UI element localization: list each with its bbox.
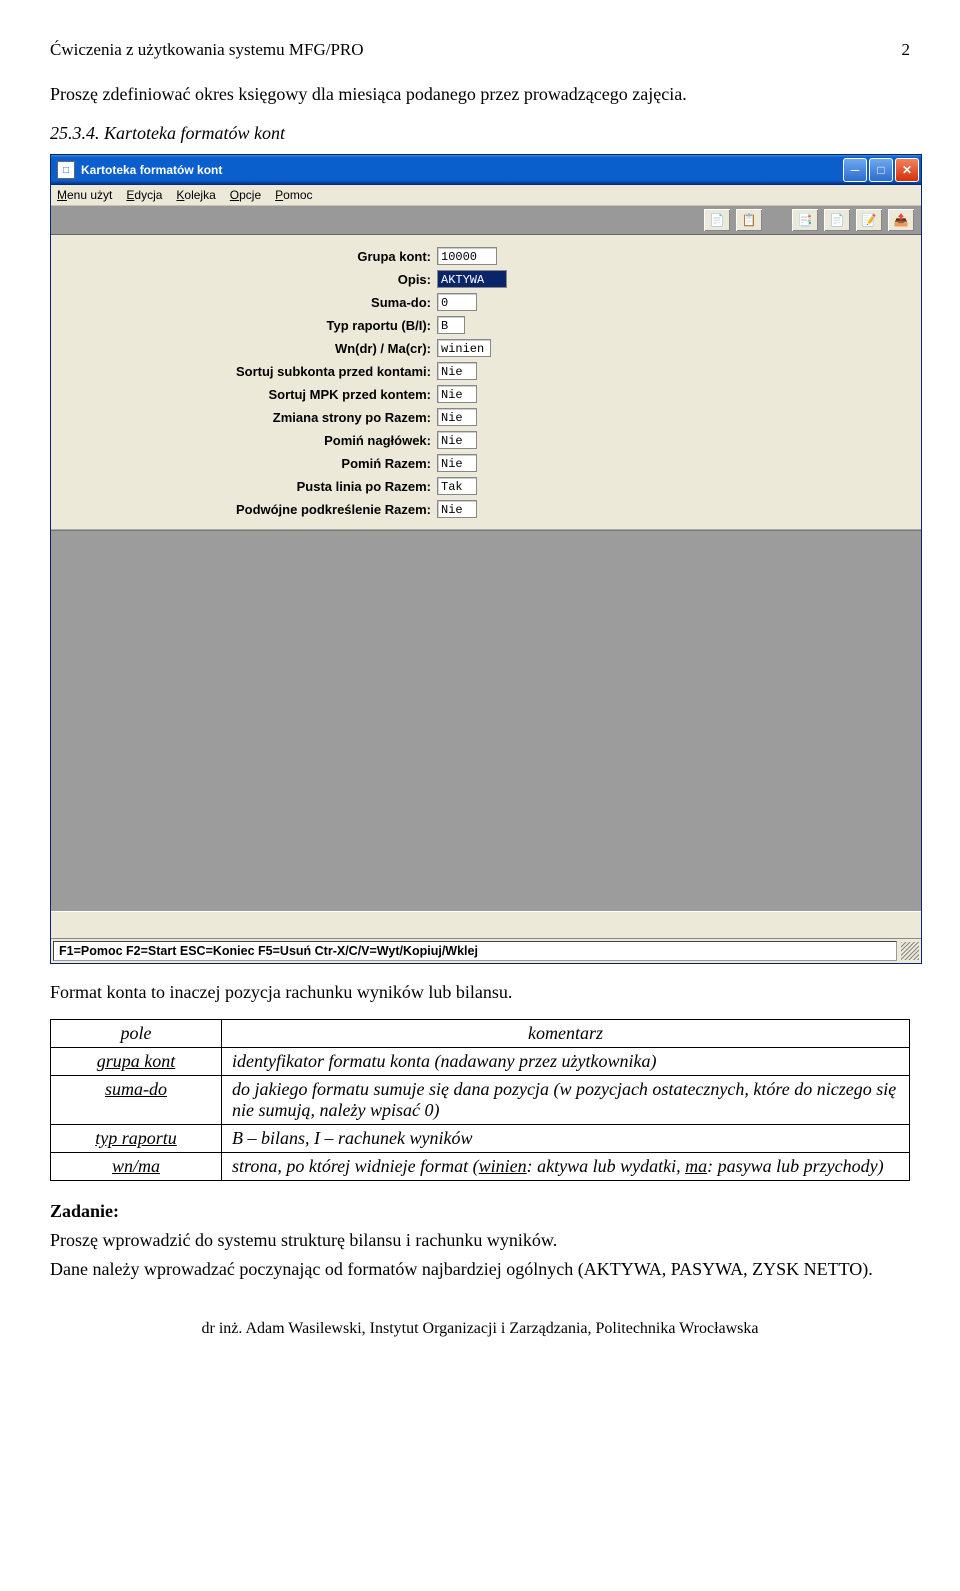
- field-input[interactable]: 0: [437, 293, 477, 311]
- table-row: wn/mastrona, po której widnieje format (…: [51, 1153, 910, 1181]
- table-key-cell: suma-do: [51, 1076, 222, 1125]
- field-label: Grupa kont:: [51, 249, 437, 264]
- doc-header: Ćwiczenia z użytkowania systemu MFG/PRO …: [50, 40, 910, 60]
- section-number: 25.3.4. Kartoteka formatów kont: [50, 123, 910, 144]
- task-label: Zadanie:: [50, 1201, 910, 1222]
- field-input[interactable]: winien: [437, 339, 491, 357]
- table-value-cell: strona, po której widnieje format (winie…: [222, 1153, 910, 1181]
- form-row: Typ raportu (B/I):B: [51, 314, 921, 336]
- app-window: □ Kartoteka formatów kont ─ □ ✕ Menu uży…: [50, 154, 922, 964]
- doc-footer: dr inż. Adam Wasilewski, Instytut Organi…: [50, 1320, 910, 1338]
- field-label: Wn(dr) / Ma(cr):: [51, 341, 437, 356]
- window-title: Kartoteka formatów kont: [81, 163, 222, 177]
- doc-header-left: Ćwiczenia z użytkowania systemu MFG/PRO: [50, 40, 364, 60]
- field-label: Typ raportu (B/I):: [51, 318, 437, 333]
- field-label: Podwójne podkreślenie Razem:: [51, 502, 437, 517]
- form-row: Suma-do:0: [51, 291, 921, 313]
- form-row: Opis:AKTYWA: [51, 268, 921, 290]
- table-value-cell: do jakiego formatu sumuje się dana pozyc…: [222, 1076, 910, 1125]
- close-button[interactable]: ✕: [895, 158, 919, 182]
- menu-item-help[interactable]: Pomoc: [275, 188, 312, 202]
- table-value-cell: B – bilans, I – rachunek wyników: [222, 1125, 910, 1153]
- field-input[interactable]: Nie: [437, 362, 477, 380]
- menu-item-queue[interactable]: Kolejka: [176, 188, 215, 202]
- field-input[interactable]: Nie: [437, 431, 477, 449]
- form-row: Wn(dr) / Ma(cr):winien: [51, 337, 921, 359]
- table-header-cell: pole: [51, 1020, 222, 1048]
- field-input[interactable]: Nie: [437, 408, 477, 426]
- menubar: Menu użyt Edycja Kolejka Opcje Pomoc: [51, 185, 921, 206]
- doc-header-page: 2: [902, 40, 911, 60]
- table-header-cell: komentarz: [222, 1020, 910, 1048]
- table-row: grupa kontidentyfikator formatu konta (n…: [51, 1048, 910, 1076]
- tool-b-icon[interactable]: 📄: [823, 208, 851, 232]
- field-label: Sortuj MPK przed kontem:: [51, 387, 437, 402]
- tool-c-icon[interactable]: 📝: [855, 208, 883, 232]
- app-icon: □: [57, 161, 75, 179]
- statusbar: F1=Pomoc F2=Start ESC=Koniec F5=Usuń Ctr…: [51, 939, 921, 963]
- status-text: F1=Pomoc F2=Start ESC=Koniec F5=Usuń Ctr…: [53, 941, 897, 961]
- field-input[interactable]: Nie: [437, 454, 477, 472]
- menu-item-edit[interactable]: Edycja: [126, 188, 162, 202]
- maximize-button[interactable]: □: [869, 158, 893, 182]
- field-input[interactable]: AKTYWA: [437, 270, 507, 288]
- form-row: Podwójne podkreślenie Razem:Nie: [51, 498, 921, 520]
- copy-icon[interactable]: 📄: [703, 208, 731, 232]
- tool-a-icon[interactable]: 📑: [791, 208, 819, 232]
- table-value-cell: identyfikator formatu konta (nadawany pr…: [222, 1048, 910, 1076]
- paste-icon[interactable]: 📋: [735, 208, 763, 232]
- form-row: Pusta linia po Razem:Tak: [51, 475, 921, 497]
- table-header-row: polekomentarz: [51, 1020, 910, 1048]
- task-block: Zadanie: Proszę wprowadzić do systemu st…: [50, 1201, 910, 1280]
- field-input[interactable]: B: [437, 316, 465, 334]
- table-key-cell: wn/ma: [51, 1153, 222, 1181]
- task-p1: Proszę wprowadzić do systemu strukturę b…: [50, 1230, 910, 1251]
- minimize-button[interactable]: ─: [843, 158, 867, 182]
- field-input[interactable]: Nie: [437, 385, 477, 403]
- after-window-text: Format konta to inaczej pozycja rachunku…: [50, 982, 910, 1003]
- field-label: Suma-do:: [51, 295, 437, 310]
- field-label: Pusta linia po Razem:: [51, 479, 437, 494]
- toolbar: 📄 📋 📑 📄 📝 📤: [51, 206, 921, 235]
- definitions-table: polekomentarzgrupa kontidentyfikator for…: [50, 1019, 910, 1181]
- form-row: Sortuj subkonta przed kontami:Nie: [51, 360, 921, 382]
- titlebar: □ Kartoteka formatów kont ─ □ ✕: [51, 155, 921, 185]
- resize-grip-icon[interactable]: [901, 942, 919, 960]
- content-empty-area: [51, 530, 921, 911]
- form-row: Grupa kont:10000: [51, 245, 921, 267]
- field-input[interactable]: 10000: [437, 247, 497, 265]
- table-key-cell: grupa kont: [51, 1048, 222, 1076]
- menu-item-options[interactable]: Opcje: [230, 188, 261, 202]
- field-input[interactable]: Nie: [437, 500, 477, 518]
- form-row: Zmiana strony po Razem:Nie: [51, 406, 921, 428]
- table-row: suma-dodo jakiego formatu sumuje się dan…: [51, 1076, 910, 1125]
- divider-bar: [51, 911, 921, 939]
- field-label: Opis:: [51, 272, 437, 287]
- field-label: Sortuj subkonta przed kontami:: [51, 364, 437, 379]
- intro-text: Proszę zdefiniować okres księgowy dla mi…: [50, 84, 910, 105]
- table-key-cell: typ raportu: [51, 1125, 222, 1153]
- form-area: Grupa kont:10000Opis:AKTYWASuma-do:0Typ …: [51, 235, 921, 530]
- form-row: Pomiń nagłówek:Nie: [51, 429, 921, 451]
- table-row: typ raportuB – bilans, I – rachunek wyni…: [51, 1125, 910, 1153]
- menu-item-user[interactable]: Menu użyt: [57, 188, 112, 202]
- form-row: Sortuj MPK przed kontem:Nie: [51, 383, 921, 405]
- field-input[interactable]: Tak: [437, 477, 477, 495]
- form-row: Pomiń Razem:Nie: [51, 452, 921, 474]
- field-label: Pomiń nagłówek:: [51, 433, 437, 448]
- field-label: Zmiana strony po Razem:: [51, 410, 437, 425]
- tool-d-icon[interactable]: 📤: [887, 208, 915, 232]
- field-label: Pomiń Razem:: [51, 456, 437, 471]
- task-p2: Dane należy wprowadzać poczynając od for…: [50, 1259, 910, 1280]
